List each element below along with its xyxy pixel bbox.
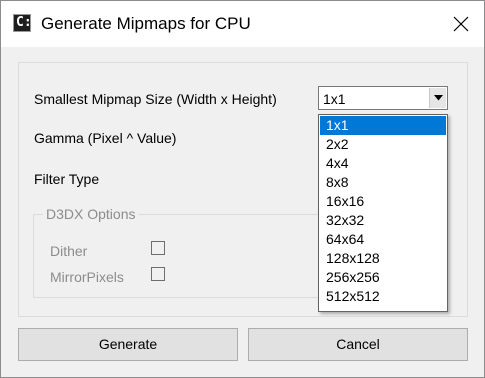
close-icon — [453, 16, 469, 32]
cancel-button[interactable]: Cancel — [248, 328, 468, 361]
mirror-pixels-checkbox[interactable] — [151, 267, 165, 281]
smallest-mipmap-value: 1x1 — [323, 91, 346, 107]
smallest-mipmap-label: Smallest Mipmap Size (Width x Height) — [34, 91, 277, 107]
dropdown-option[interactable]: 2x2 — [320, 135, 446, 154]
title-bar[interactable]: C: Generate Mipmaps for CPU — [1, 1, 484, 47]
dropdown-option[interactable]: 16x16 — [320, 192, 446, 211]
dropdown-option[interactable]: 256x256 — [320, 268, 446, 287]
dither-label: Dither — [50, 243, 88, 259]
chevron-down-icon — [434, 95, 443, 101]
close-button[interactable] — [438, 1, 484, 47]
dropdown-option[interactable]: 512x512 — [320, 287, 446, 306]
dither-checkbox[interactable] — [151, 241, 165, 255]
window-title: Generate Mipmaps for CPU — [41, 14, 251, 33]
dropdown-option[interactable]: 1x1 — [320, 116, 446, 135]
dropdown-option[interactable]: 64x64 — [320, 230, 446, 249]
smallest-mipmap-select[interactable]: 1x1 — [318, 86, 448, 110]
gamma-label: Gamma (Pixel ^ Value) — [34, 130, 177, 146]
dialog-window: C: Generate Mipmaps for CPU Smallest Mip… — [0, 0, 485, 378]
dropdown-option[interactable]: 128x128 — [320, 249, 446, 268]
mipmap-size-dropdown-list: 1x1 2x2 4x4 8x8 16x16 32x32 64x64 128x12… — [318, 114, 448, 312]
app-icon: C: — [13, 14, 32, 32]
dropdown-option[interactable]: 8x8 — [320, 173, 446, 192]
mirror-pixels-label: MirrorPixels — [50, 269, 124, 285]
dropdown-option[interactable]: 32x32 — [320, 211, 446, 230]
generate-button[interactable]: Generate — [18, 328, 238, 361]
dropdown-arrow-button[interactable] — [429, 88, 446, 108]
filter-type-label: Filter Type — [34, 171, 100, 187]
app-icon-glyph: C: — [16, 15, 32, 30]
dropdown-option[interactable]: 4x4 — [320, 154, 446, 173]
d3dx-options-label: D3DX Options — [43, 206, 139, 222]
